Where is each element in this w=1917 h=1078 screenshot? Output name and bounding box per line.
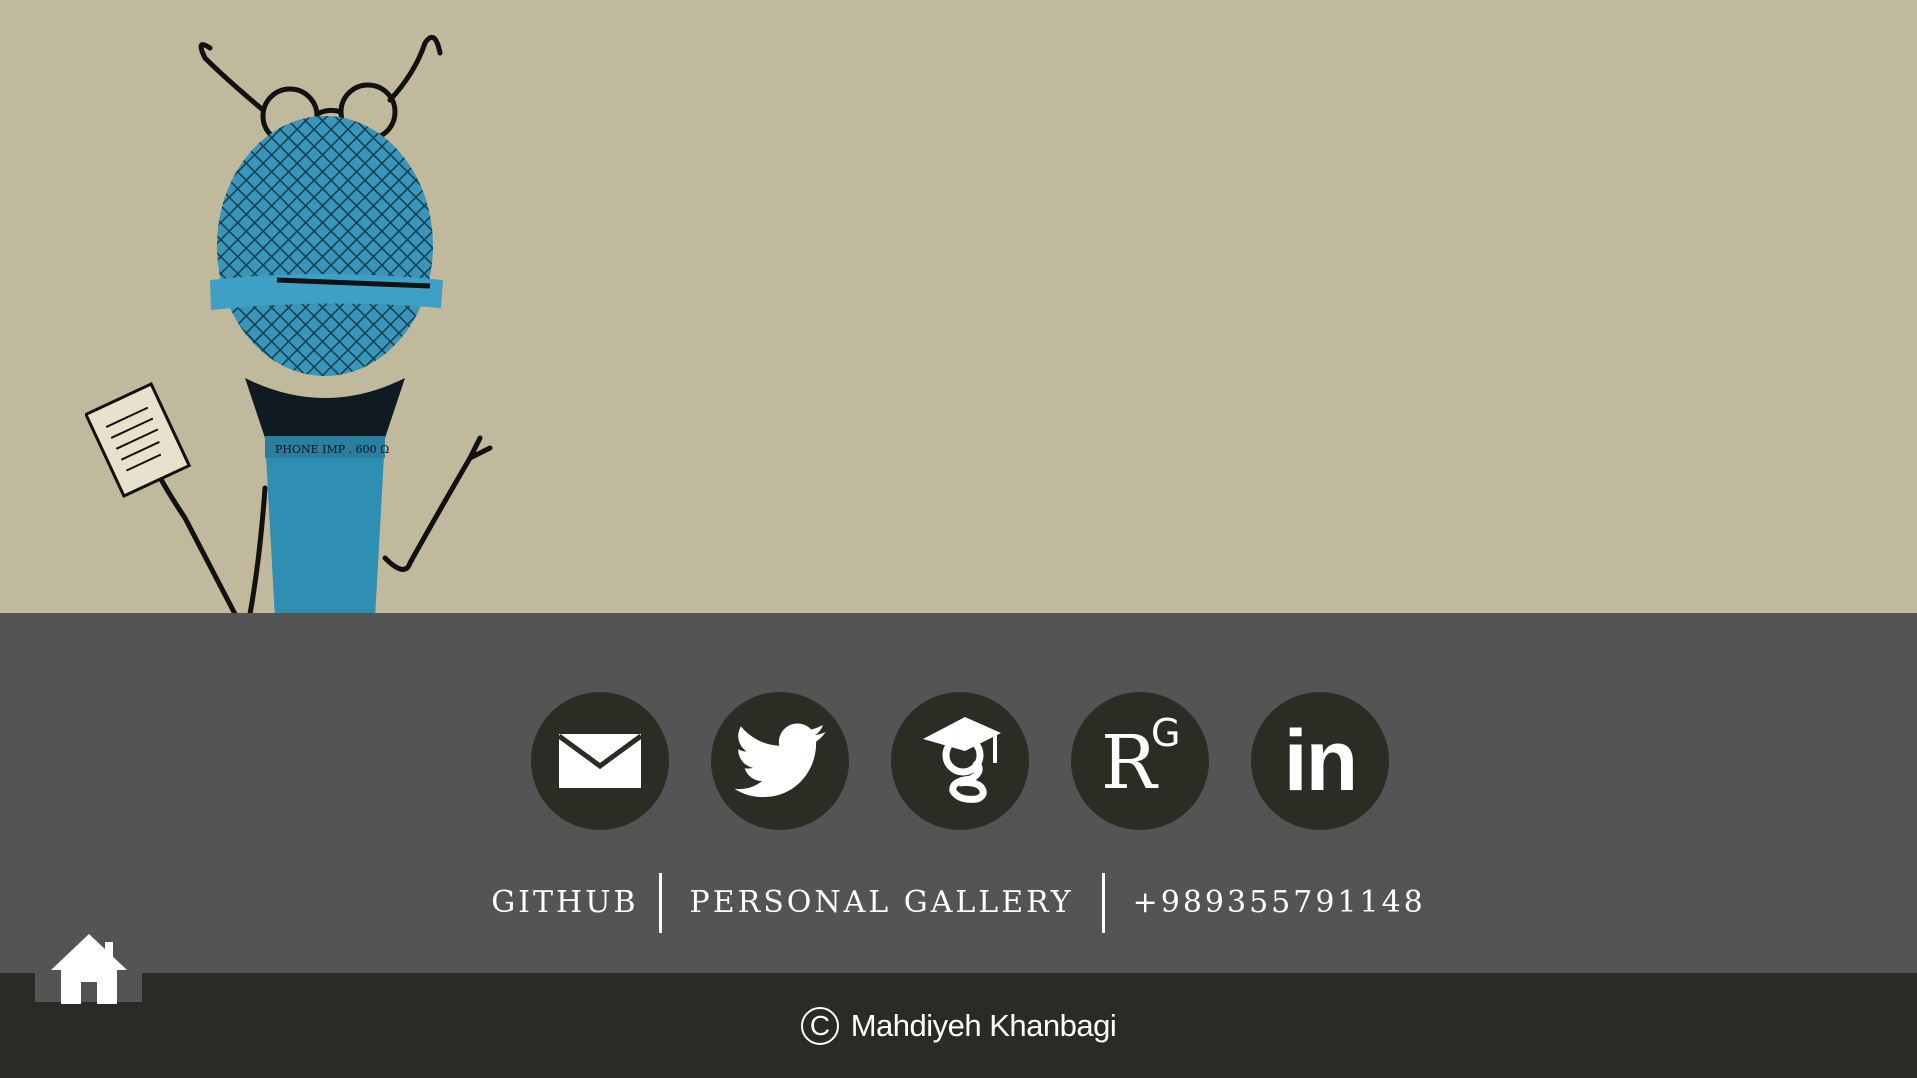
researchgate-button[interactable]: R G [1071, 692, 1209, 830]
microphone-illustration: PHONE IMP . 600 Ω [85, 34, 493, 618]
twitter-button[interactable] [711, 692, 849, 830]
twitter-bird-icon [734, 723, 826, 798]
home-icon [50, 934, 127, 1004]
footer: C Mahdiyeh Khanbagi [0, 973, 1917, 1078]
google-scholar-button[interactable] [891, 692, 1029, 830]
linkedin-icon: in [1283, 713, 1358, 809]
copyright-icon: C [800, 1006, 839, 1045]
email-button[interactable] [531, 692, 669, 830]
hero-section: PHONE IMP . 600 Ω [0, 0, 1917, 618]
phone-link[interactable]: +989355791148 [1105, 873, 1426, 933]
github-link[interactable]: GITHUB [491, 873, 658, 933]
researchgate-icon: R G [1095, 711, 1185, 806]
google-scholar-icon [923, 717, 1001, 803]
contact-section: R G in GITHUB PERSONAL GALLERY +98935579… [0, 613, 1917, 973]
personal-gallery-link[interactable]: PERSONAL GALLERY [662, 873, 1102, 933]
text-links: GITHUB PERSONAL GALLERY +989355791148 [0, 873, 1917, 933]
social-links: R G in [531, 692, 1389, 830]
linkedin-button[interactable]: in [1251, 692, 1389, 830]
home-button[interactable] [35, 916, 142, 1004]
copyright-text: Mahdiyeh Khanbagi [850, 1007, 1117, 1043]
researchgate-r: R [1101, 720, 1157, 806]
envelope-icon [559, 734, 641, 788]
researchgate-g: G [1151, 711, 1181, 755]
page: PHONE IMP . 600 Ω R G in GITHUB PERSONAL… [0, 0, 1917, 1078]
mic-label: PHONE IMP . 600 Ω [275, 443, 389, 456]
copyright: C Mahdiyeh Khanbagi [800, 1006, 1117, 1045]
